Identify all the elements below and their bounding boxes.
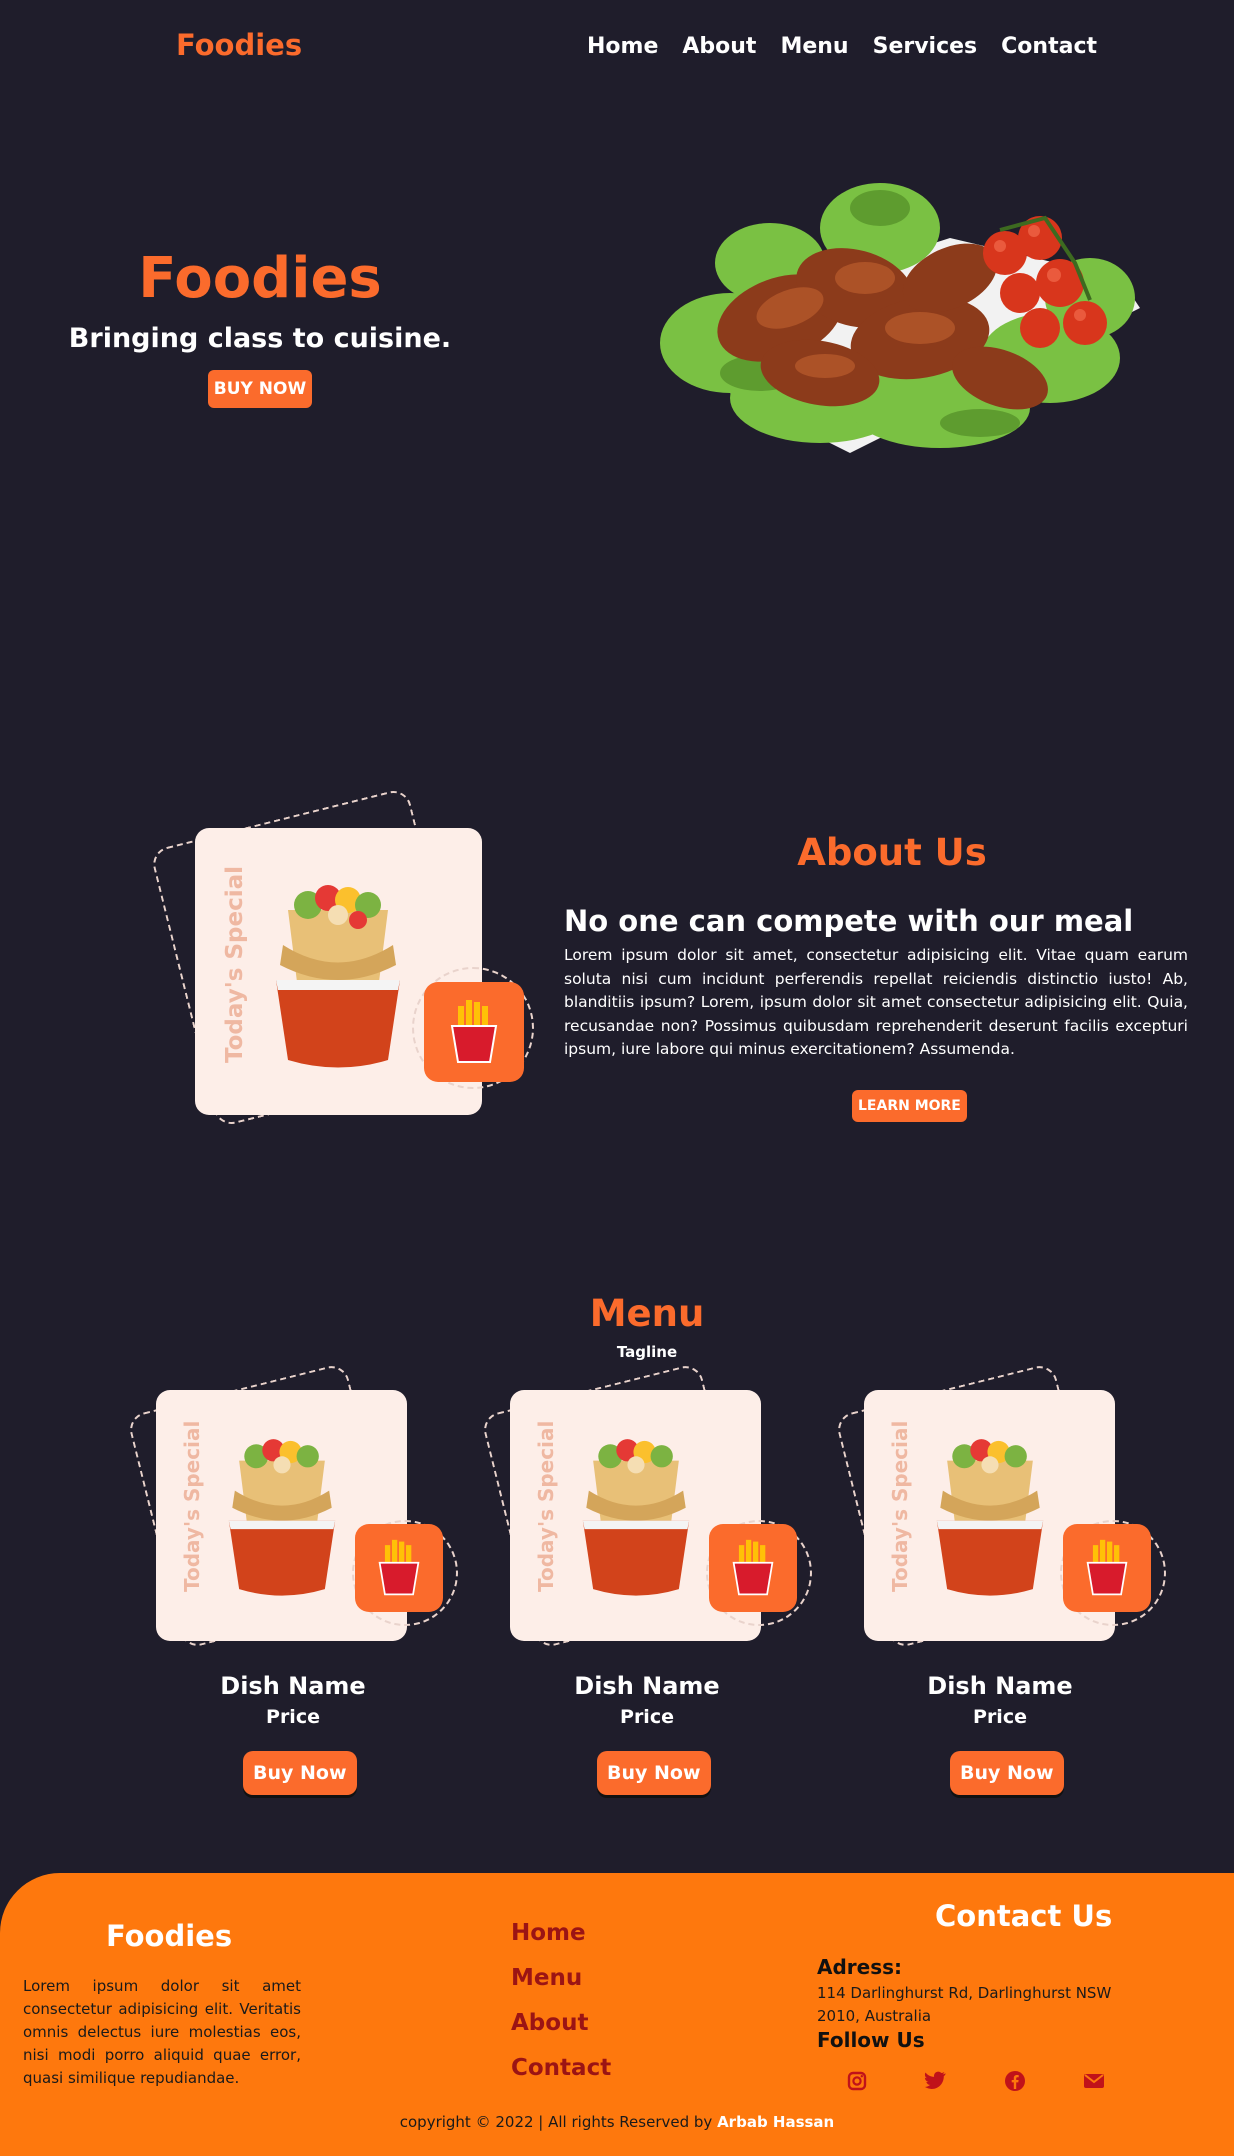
fries-icon xyxy=(1086,1539,1128,1596)
address-text: 114 Darlinghurst Rd, Darlinghurst NSW 20… xyxy=(817,1984,1112,2025)
copyright-text: copyright © 2022 | All rights Reserved b… xyxy=(399,2113,713,2131)
follow-label: Follow Us xyxy=(817,2028,925,2052)
special-label: Today's Special xyxy=(180,1420,204,1592)
hero-tagline: Bringing class to cuisine. xyxy=(68,323,452,354)
fries-icon xyxy=(450,1000,498,1063)
buy-now-button[interactable]: Buy Now xyxy=(243,1751,357,1795)
fries-badge xyxy=(1063,1524,1151,1612)
special-label: Today's Special xyxy=(222,866,248,1063)
footer-link-contact[interactable]: Contact xyxy=(511,2055,611,2081)
fries-badge xyxy=(709,1524,797,1612)
footer-description: Lorem ipsum dolor sit amet consectetur a… xyxy=(23,1977,301,2087)
fries-badge xyxy=(424,982,524,1082)
footer-link-about[interactable]: About xyxy=(511,2010,611,2036)
menu-title: Menu xyxy=(589,1292,705,1335)
dish-price: Price xyxy=(973,1706,1027,1728)
dish-name: Dish Name xyxy=(927,1672,1073,1700)
brand-logo[interactable]: Foodies xyxy=(176,28,302,62)
wrap-food-image xyxy=(228,1439,336,1596)
about-special-graphic: Today's Special xyxy=(149,787,540,1155)
hero-buy-now-button[interactable]: BUY NOW xyxy=(207,370,313,408)
instagram-icon[interactable] xyxy=(845,2069,869,2093)
dish-name: Dish Name xyxy=(220,1672,366,1700)
dish-price: Price xyxy=(620,1706,674,1728)
nav-link-contact[interactable]: Contact xyxy=(1001,34,1097,59)
dish-price: Price xyxy=(266,1706,320,1728)
footer-brand: Foodies xyxy=(106,1919,233,1953)
menu-card-graphic: Today's Special xyxy=(126,1358,462,1668)
fries-badge xyxy=(355,1524,443,1612)
address-label: Adress: xyxy=(817,1955,903,1979)
nav-link-menu[interactable]: Menu xyxy=(780,34,848,59)
contact-title: Contact Us xyxy=(935,1899,1113,1933)
nav-link-home[interactable]: Home xyxy=(587,34,658,59)
fries-icon xyxy=(378,1539,420,1596)
hero-title: Foodies xyxy=(138,246,382,311)
footer-links: Home Menu About Contact xyxy=(511,1920,611,2100)
about-title: About Us xyxy=(797,831,987,874)
copyright-author: Arbab Hassan xyxy=(717,2113,835,2131)
menu-card-graphic: Today's Special xyxy=(480,1358,816,1668)
fries-icon xyxy=(732,1539,774,1596)
wrap-food-image xyxy=(936,1439,1044,1596)
mail-icon[interactable] xyxy=(1082,2069,1106,2093)
learn-more-button[interactable]: LEARN MORE xyxy=(852,1090,967,1122)
special-label: Today's Special xyxy=(888,1420,912,1592)
dish-name: Dish Name xyxy=(574,1672,720,1700)
navbar: Foodies Home About Menu Services Contact xyxy=(0,0,1234,96)
buy-now-button[interactable]: Buy Now xyxy=(950,1751,1064,1795)
footer-link-home[interactable]: Home xyxy=(511,1920,611,1946)
wrap-food-image xyxy=(276,885,400,1068)
footer-link-menu[interactable]: Menu xyxy=(511,1965,611,1991)
special-label: Today's Special xyxy=(534,1420,558,1592)
hero-chicken-plate-image xyxy=(660,183,1140,453)
menu-card-graphic: Today's Special xyxy=(834,1358,1170,1668)
nav-link-services[interactable]: Services xyxy=(873,34,978,59)
facebook-icon[interactable] xyxy=(1003,2069,1027,2093)
nav-link-about[interactable]: About xyxy=(682,34,756,59)
social-icons xyxy=(845,2069,1106,2093)
footer: Foodies Lorem ipsum dolor sit amet conse… xyxy=(0,1873,1234,2156)
twitter-icon[interactable] xyxy=(924,2069,948,2093)
about-body: Lorem ipsum dolor sit amet, consectetur … xyxy=(564,946,1188,1058)
wrap-food-image xyxy=(582,1439,690,1596)
about-heading: No one can compete with our meal xyxy=(564,904,1134,938)
nav-links: Home About Menu Services Contact xyxy=(587,34,1097,59)
hero-text: Foodies Bringing class to cuisine. BUY N… xyxy=(60,246,460,408)
copyright: copyright © 2022 | All rights Reserved b… xyxy=(0,2113,1234,2131)
buy-now-button[interactable]: Buy Now xyxy=(597,1751,711,1795)
